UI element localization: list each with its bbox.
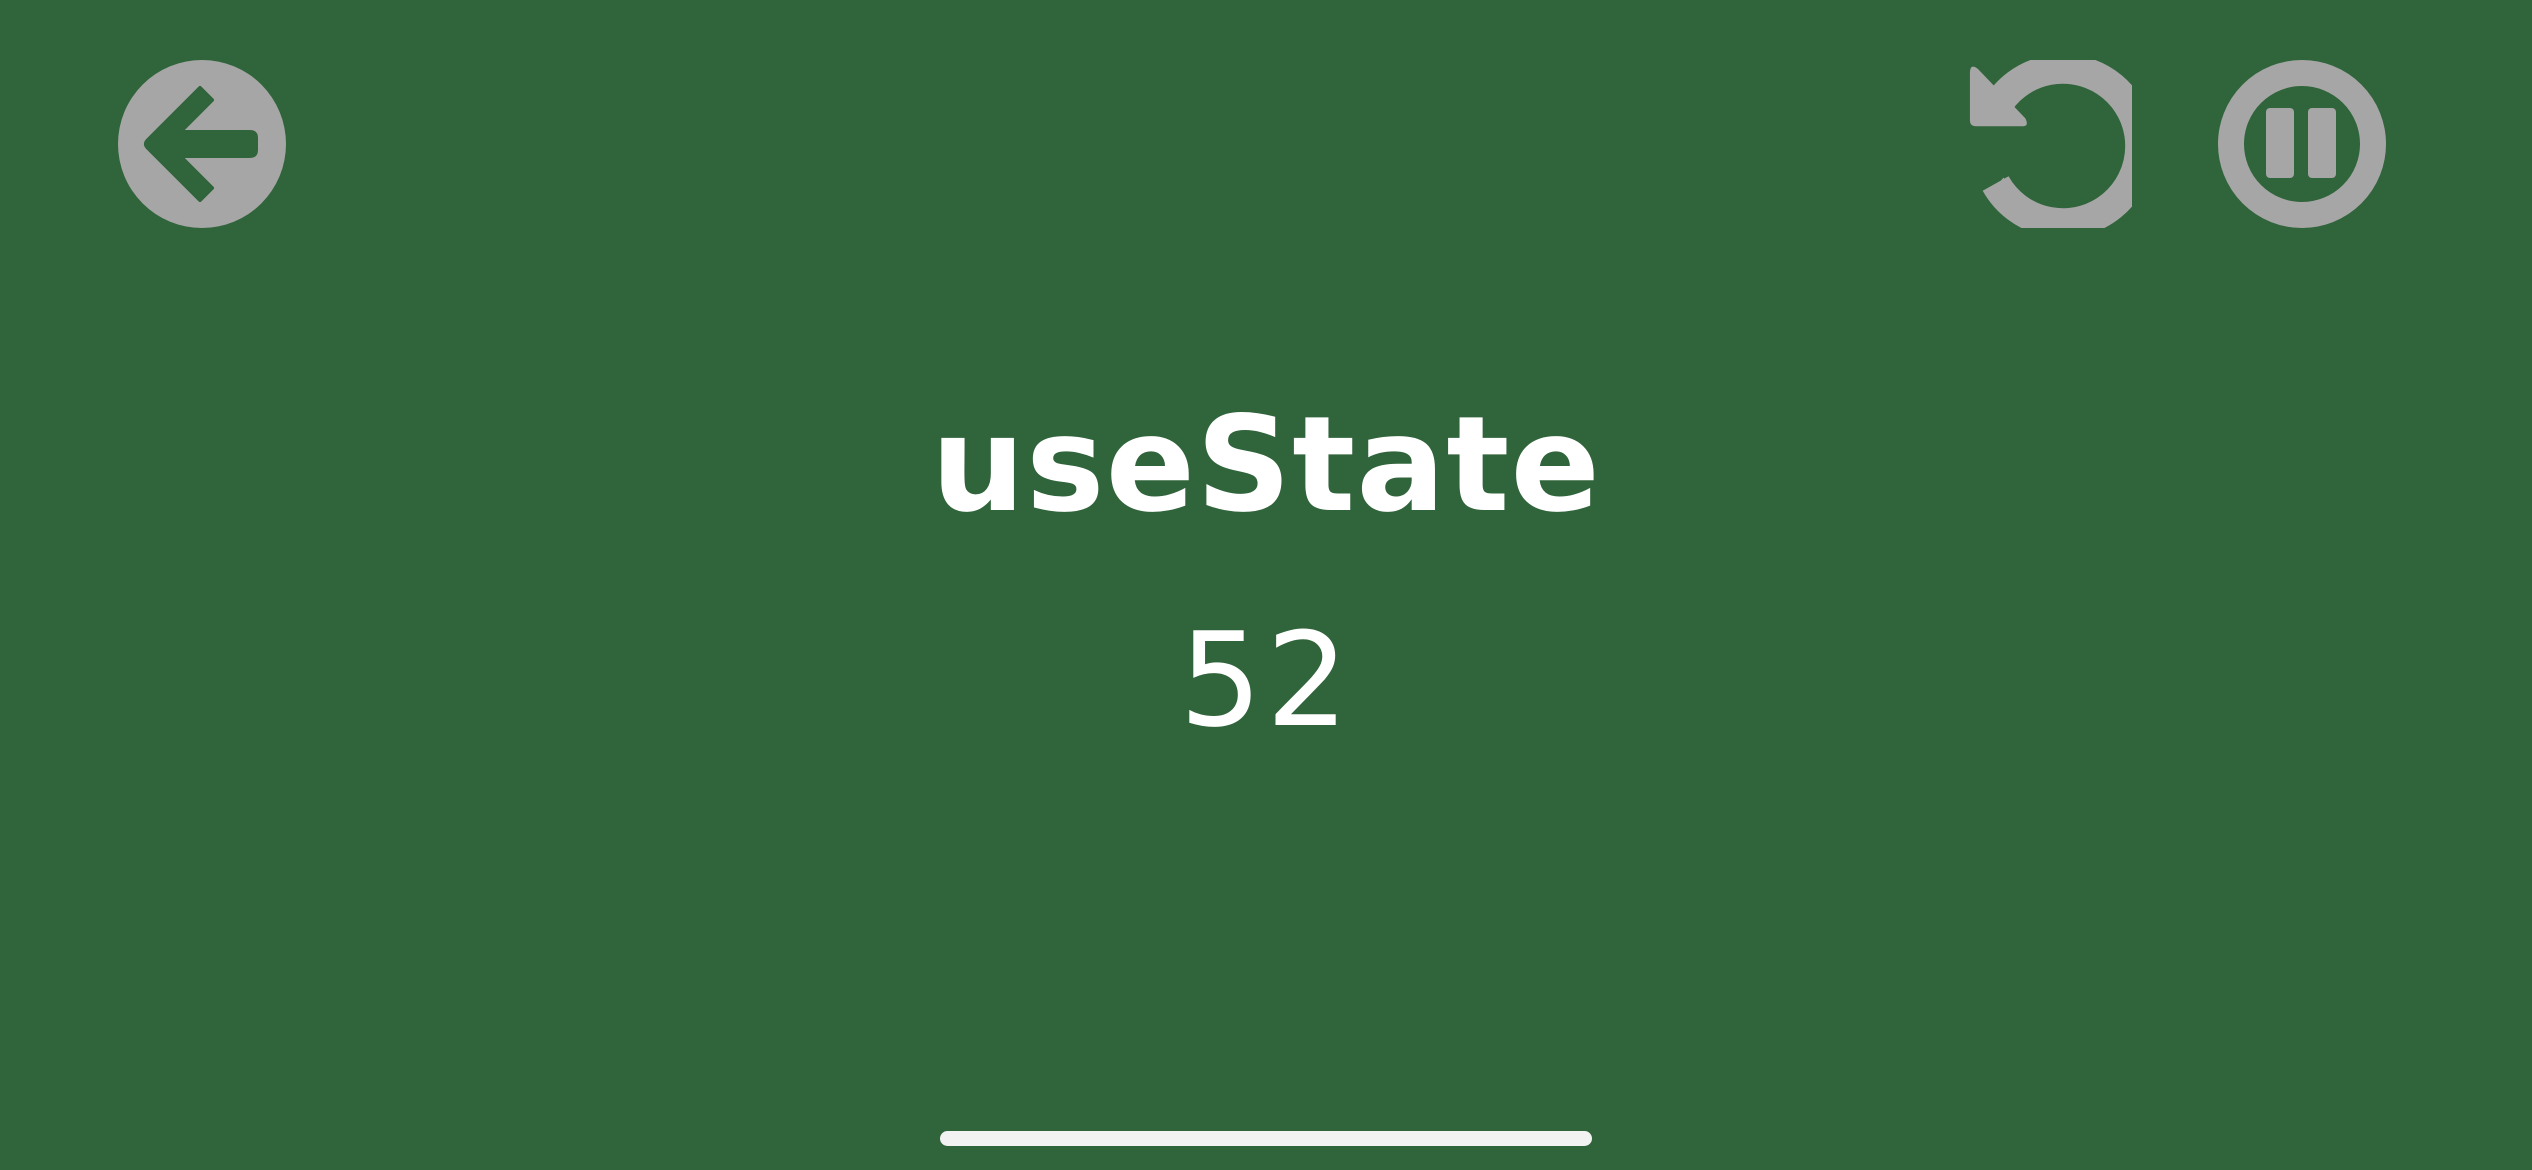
pause-button[interactable] (2218, 60, 2386, 228)
back-button[interactable] (118, 60, 286, 228)
pause-circle-icon (2218, 60, 2386, 228)
counterclockwise-restart-icon (1969, 60, 2132, 228)
app-screen: useState 52 (0, 0, 2532, 1170)
hook-title: useState (931, 388, 1601, 542)
arrow-left-circle-icon (118, 60, 286, 228)
restart-button[interactable] (1964, 60, 2134, 228)
state-value: 52 (1179, 604, 1353, 756)
home-indicator[interactable] (940, 1131, 1592, 1146)
